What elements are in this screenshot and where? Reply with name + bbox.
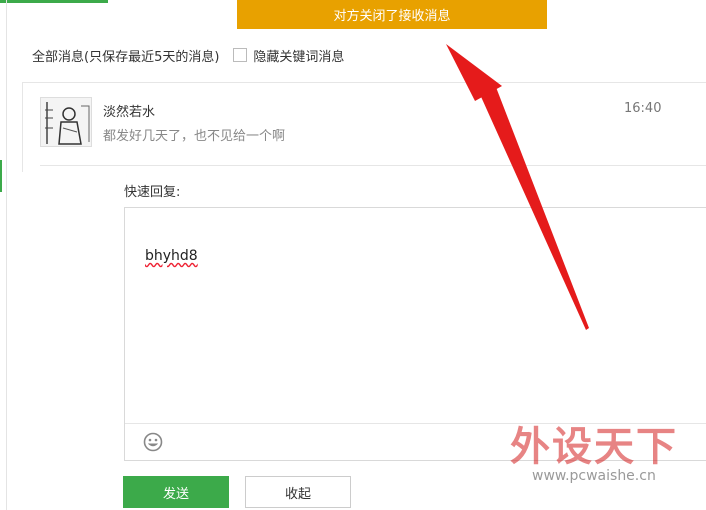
quick-reply-label: 快速回复: xyxy=(124,185,181,200)
notice-banner: 对方关闭了接收消息 xyxy=(237,0,547,29)
left-panel-border xyxy=(6,0,7,510)
divider xyxy=(40,165,706,166)
send-button[interactable]: 发送 xyxy=(123,476,229,508)
collapse-button-label: 收起 xyxy=(284,486,311,502)
message-sender[interactable]: 淡然若水 xyxy=(103,101,155,120)
top-accent-bar xyxy=(0,0,108,3)
message-filter-bar: 全部消息(只保存最近5天的消息) 隐藏关键词消息 xyxy=(32,46,344,65)
hide-keywords-checkbox[interactable] xyxy=(233,48,248,62)
message-preview: 都发好几天了，也不见给一个啊 xyxy=(103,129,286,144)
send-button-label: 发送 xyxy=(162,486,189,502)
message-border xyxy=(22,82,23,172)
reply-text: bhyhd8 xyxy=(145,248,198,264)
hide-keywords-label[interactable]: 隐藏关键词消息 xyxy=(253,46,344,65)
smiley-face-icon[interactable] xyxy=(143,432,163,452)
left-active-indicator xyxy=(0,160,2,192)
notice-banner-text: 对方关闭了接收消息 xyxy=(333,9,451,24)
all-messages-label[interactable]: 全部消息(只保存最近5天的消息) xyxy=(32,46,219,65)
reply-text-value: bhyhd8 xyxy=(145,248,198,264)
avatar[interactable] xyxy=(40,97,92,147)
message-time: 16:40 xyxy=(624,101,662,116)
watermark-title: 外设天下 xyxy=(510,424,678,470)
watermark-logo: 外设天下 www.pcwaishe.cn xyxy=(506,414,706,510)
avatar-image xyxy=(41,98,91,146)
collapse-button[interactable]: 收起 xyxy=(245,476,351,508)
watermark-url: www.pcwaishe.cn xyxy=(532,468,656,484)
divider xyxy=(22,82,706,83)
